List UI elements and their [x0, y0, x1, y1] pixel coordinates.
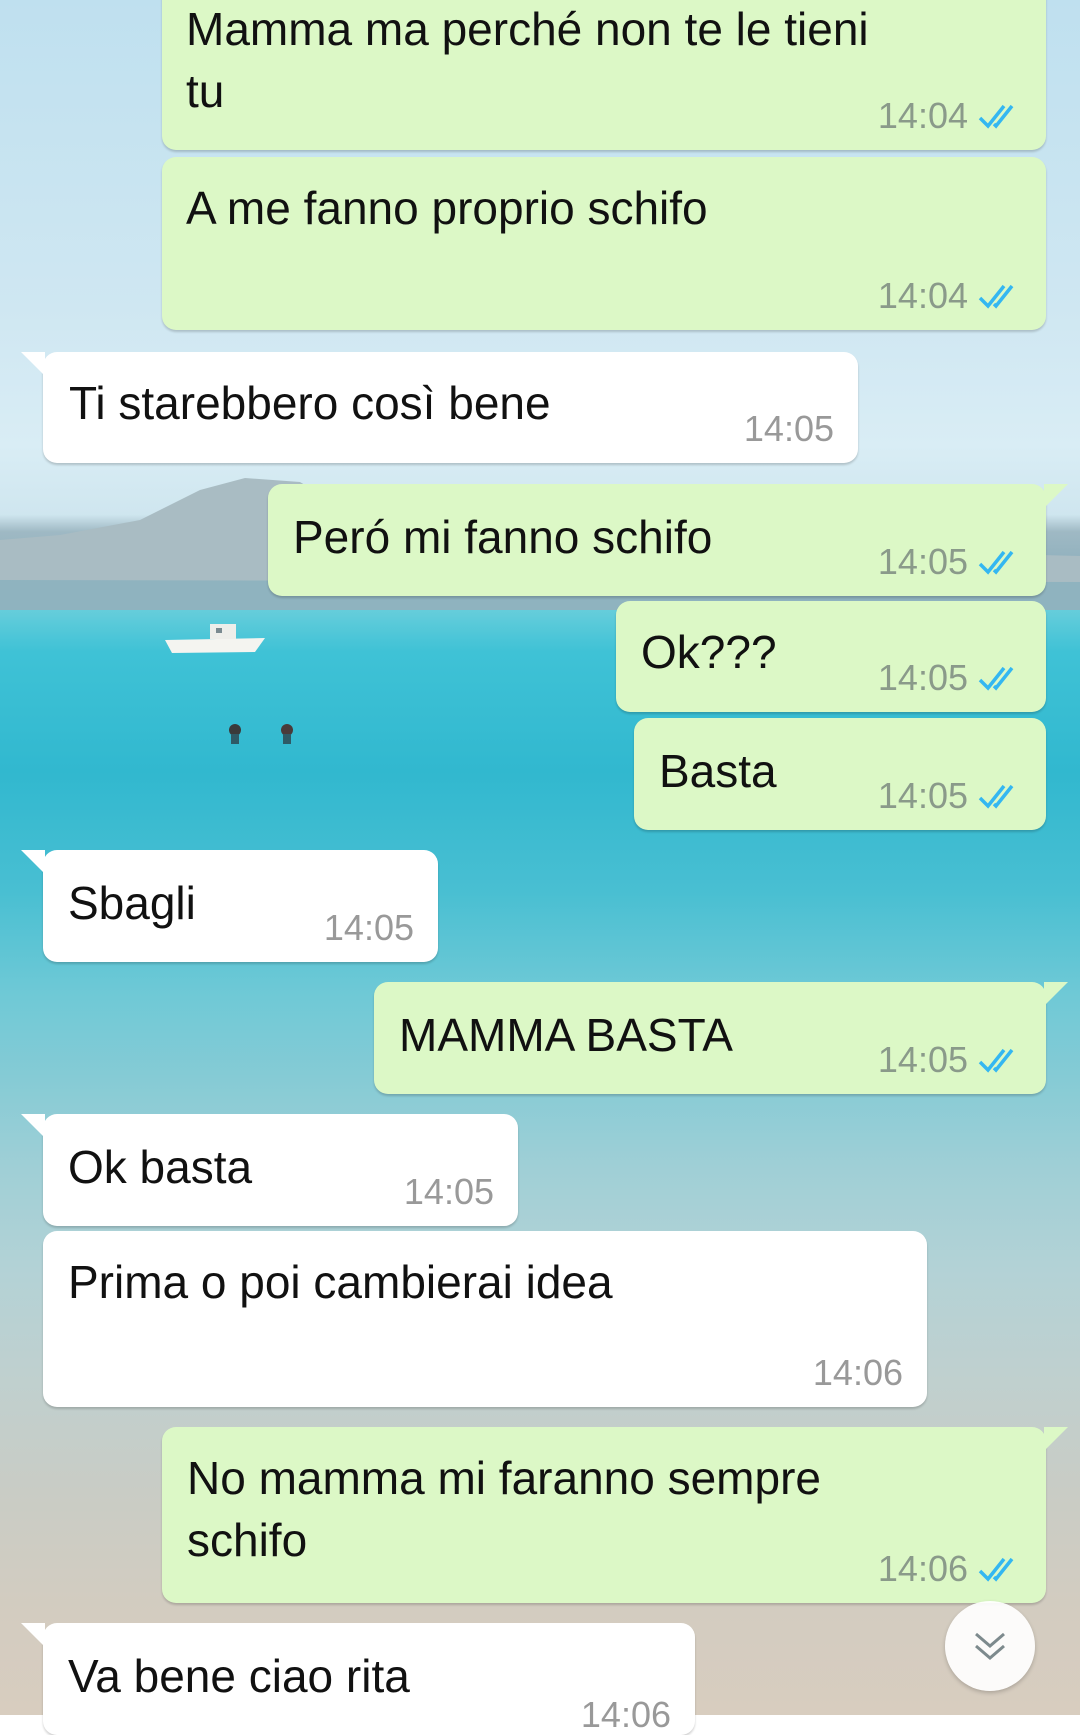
message-meta: 14:05	[878, 1040, 1022, 1080]
bubble-tail	[21, 1623, 45, 1647]
bubble-tail	[1044, 1427, 1068, 1451]
message-text: Peró mi fanno schifo	[293, 511, 713, 563]
double-check-icon	[978, 1048, 1014, 1073]
double-check-icon	[978, 284, 1014, 309]
message-time: 14:05	[877, 657, 968, 698]
message-meta: 14:05	[878, 776, 1022, 816]
message-meta: 14:04	[878, 276, 1022, 316]
bubble-tail	[21, 352, 45, 376]
message-text: Prima o poi cambierai idea	[68, 1256, 613, 1308]
message-text: Ti starebbero così bene	[69, 377, 551, 429]
bubble-tail	[21, 1114, 45, 1138]
message-meta: 14:05	[878, 658, 1022, 698]
message-bubble-outgoing[interactable]: Ok??? 14:05	[616, 601, 1046, 712]
message-meta: 14:04	[878, 96, 1022, 136]
message-text: Basta	[659, 745, 777, 797]
message-meta: 14:06	[581, 1695, 671, 1735]
message-time: 14:06	[580, 1694, 671, 1735]
message-time: 14:06	[877, 1548, 968, 1589]
message-bubble-incoming[interactable]: Sbagli 14:05	[21, 850, 438, 962]
message-time: 14:05	[877, 541, 968, 582]
bubble-tail	[1044, 484, 1068, 508]
boat	[165, 624, 265, 653]
message-time: 14:06	[812, 1352, 903, 1393]
message-meta: 14:06	[813, 1353, 903, 1393]
double-check-icon	[978, 104, 1014, 129]
message-bubble-outgoing[interactable]: Mamma ma perché non te le tieni tu 14:04	[162, 0, 1046, 150]
message-bubble-outgoing[interactable]: Peró mi fanno schifo 14:05	[268, 484, 1068, 596]
message-bubble-outgoing[interactable]: MAMMA BASTA 14:05	[374, 982, 1068, 1094]
double-check-icon	[978, 550, 1014, 575]
message-text: Mamma ma perché non te le tieni tu	[186, 3, 869, 117]
message-time: 14:05	[403, 1171, 494, 1212]
message-text: Ok basta	[68, 1141, 253, 1193]
message-text: Sbagli	[68, 877, 196, 929]
message-time: 14:04	[877, 95, 968, 136]
message-meta: 14:05	[324, 908, 414, 948]
scroll-to-bottom-button[interactable]	[945, 1601, 1035, 1691]
message-time: 14:05	[877, 775, 968, 816]
message-text: A me fanno proprio schifo	[186, 182, 708, 234]
message-time: 14:05	[877, 1039, 968, 1080]
chevron-double-down-icon	[975, 1632, 1005, 1660]
message-bubble-incoming[interactable]: Ok basta 14:05	[21, 1114, 518, 1226]
message-bubble-outgoing[interactable]: A me fanno proprio schifo 14:04	[162, 157, 1046, 330]
message-text: No mamma mi faranno sempre schifo	[187, 1452, 821, 1566]
message-bubble-incoming[interactable]: Ti starebbero così bene 14:05	[21, 352, 858, 463]
message-bubble-incoming[interactable]: Prima o poi cambierai idea 14:06	[43, 1231, 927, 1407]
double-check-icon	[978, 1557, 1014, 1582]
message-bubble-outgoing[interactable]: No mamma mi faranno sempre schifo 14:06	[162, 1427, 1068, 1603]
message-time: 14:05	[743, 408, 834, 449]
message-meta: 14:05	[404, 1172, 494, 1212]
message-meta: 14:05	[878, 542, 1022, 582]
message-text: Va bene ciao rita	[68, 1650, 410, 1702]
double-check-icon	[978, 784, 1014, 809]
message-text: Ok???	[641, 626, 777, 678]
bubble-tail	[21, 850, 45, 874]
bubble-tail	[1044, 982, 1068, 1006]
message-meta: 14:05	[744, 409, 834, 449]
swimmers	[229, 724, 293, 744]
message-time: 14:05	[323, 907, 414, 948]
message-text: MAMMA BASTA	[399, 1009, 733, 1061]
double-check-icon	[978, 666, 1014, 691]
message-bubble-outgoing[interactable]: Basta 14:05	[634, 718, 1046, 830]
message-bubble-incoming[interactable]: Va bene ciao rita 14:06	[21, 1623, 695, 1735]
message-time: 14:04	[877, 275, 968, 316]
message-meta: 14:06	[878, 1549, 1022, 1589]
